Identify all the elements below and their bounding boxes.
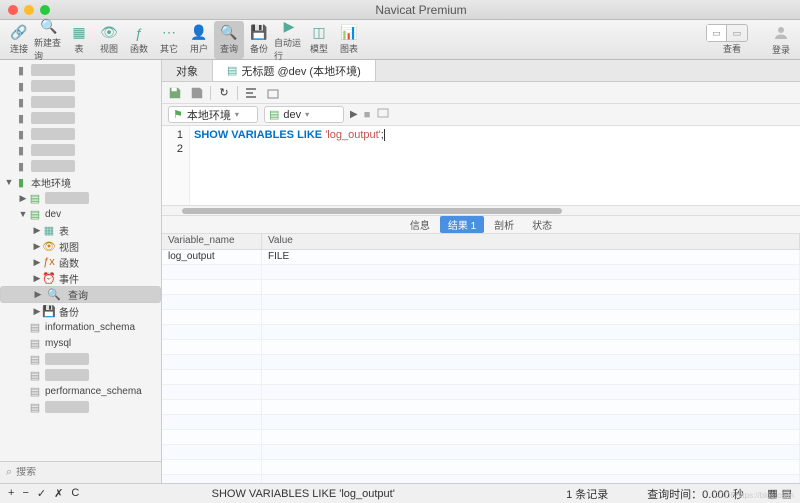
toolbar-自动运行[interactable]: ▶自动运行 [274,21,304,59]
tree-node[interactable]: ▮xxxxxxxx [0,110,161,126]
toolbar-函数[interactable]: ƒ函数 [124,21,154,59]
add-icon: + [8,487,14,500]
refresh-icon: C [71,487,79,500]
tree-node[interactable]: ▼▮本地环境 [0,174,161,190]
sql-code[interactable]: SHOW VARIABLES LIKE 'log_output'; [190,126,800,205]
status-query: SHOW VARIABLES LIKE 'log_output' [79,488,527,500]
toolbar-其它[interactable]: ⋯其它 [154,21,184,59]
run-button[interactable]: ▶ [350,109,358,120]
titlebar: Navicat Premium [0,0,800,20]
refresh-icon[interactable]: ↻ [215,84,233,102]
cancel-icon: ✗ [54,487,63,500]
tree-node[interactable]: ▶ƒx函数 [0,254,161,270]
status-buttons[interactable]: +−✓ ✗ C [8,487,79,500]
tree-node[interactable]: ▤xxxxxxxx [0,367,161,383]
result-tabs: 信息结果 1剖析状态 [162,216,800,234]
export-icon[interactable] [264,84,282,102]
search-icon: ⌕ [6,466,12,479]
content-tabs: 对象▤无标题 @dev (本地环境) [162,60,800,82]
sql-editor[interactable]: 12 SHOW VARIABLES LIKE 'log_output'; [162,126,800,206]
connection-bar: ⚑本地环境▾ ▤dev▾ ▶ ■ [162,104,800,126]
connection-select[interactable]: ⚑本地环境▾ [168,106,258,123]
tree-node[interactable]: ▶▦表 [0,222,161,238]
tree-node[interactable]: ▮xxxxxxxx [0,158,161,174]
toolbar-用户[interactable]: 👤用户 [184,21,214,59]
minimize-icon[interactable] [24,5,34,15]
tree-node[interactable]: ▶💾备份 [0,303,161,319]
toolbar-表[interactable]: ▦表 [64,21,94,59]
tree-node[interactable]: ▮xxxxxxxx [0,94,161,110]
toolbar-新建查询[interactable]: 🔍新建查询 [34,21,64,59]
database-select[interactable]: ▤dev▾ [264,106,344,123]
stop-icon[interactable]: ■ [364,109,371,121]
tree-node[interactable]: ▶🔍查询 [0,286,161,303]
tree-node[interactable]: ▤information_schema [0,319,161,335]
tree-node[interactable]: ▮xxxxxxxx [0,62,161,78]
window-title: Navicat Premium [50,3,792,17]
search-input[interactable] [16,467,155,478]
sidebar-search[interactable]: ⌕ [0,461,161,483]
results-header: Variable_name Value [162,234,800,250]
toolbar-连接[interactable]: 🔗连接 [4,21,34,59]
close-icon[interactable] [8,5,18,15]
main-toolbar: 🔗连接🔍新建查询▦表👁视图ƒ函数⋯其它👤用户🔍查询💾备份▶自动运行◫模型📊图表 … [0,20,800,60]
results-grid[interactable]: Variable_name Value log_outputFILE [162,234,800,483]
tree-node[interactable]: ▤performance_schema [0,383,161,399]
explain-icon[interactable] [376,106,390,123]
result-tab[interactable]: 状态 [524,216,560,233]
view-toggle[interactable]: ▭▭ [706,24,748,42]
save-icon[interactable] [166,84,184,102]
horizontal-scrollbar[interactable] [162,206,800,216]
status-bar: +−✓ ✗ C SHOW VARIABLES LIKE 'log_output' 1… [0,483,800,503]
tree-node[interactable]: ▮xxxxxxxx [0,78,161,94]
toolbar-图表[interactable]: 📊图表 [334,21,364,59]
maximize-icon[interactable] [40,5,50,15]
tree-node[interactable]: ▼▤dev [0,206,161,222]
sidebar: ▮xxxxxxxx▮xxxxxxxx▮xxxxxxxx▮xxxxxxxx▮xxx… [0,60,162,483]
tab[interactable]: 对象 [162,60,213,81]
tree-node[interactable]: ▮xxxxxxxx [0,142,161,158]
tab[interactable]: ▤无标题 @dev (本地环境) [213,60,376,81]
line-gutter: 12 [162,126,190,205]
status-records: 1 条记录 [527,486,647,502]
tree-node[interactable]: ▶⏰事件 [0,270,161,286]
result-row[interactable]: log_outputFILE [162,250,800,265]
format-icon[interactable] [242,84,260,102]
toolbar-备份[interactable]: 💾备份 [244,21,274,59]
tree-node[interactable]: ▶▤xxxxxxxx [0,190,161,206]
apply-icon: ✓ [37,487,46,500]
connection-tree[interactable]: ▮xxxxxxxx▮xxxxxxxx▮xxxxxxxx▮xxxxxxxx▮xxx… [0,60,161,461]
remove-icon: − [22,487,28,500]
login-button[interactable]: 登录 [766,21,796,59]
tree-node[interactable]: ▤xxxxxxxx [0,351,161,367]
query-toolbar: ↻ [162,82,800,104]
tree-node[interactable]: ▤mysql [0,335,161,351]
toolbar-模型[interactable]: ◫模型 [304,21,334,59]
tree-node[interactable]: ▮xxxxxxxx [0,126,161,142]
result-tab[interactable]: 结果 1 [440,216,484,233]
tree-node[interactable]: ▤xxxxxxxx [0,399,161,415]
tree-node[interactable]: ▶👁视图 [0,238,161,254]
result-tab[interactable]: 信息 [402,216,438,233]
result-tab[interactable]: 剖析 [486,216,522,233]
view-label: 查看 [723,42,741,55]
toolbar-查询[interactable]: 🔍查询 [214,21,244,59]
toolbar-视图[interactable]: 👁视图 [94,21,124,59]
save-as-icon[interactable] [188,84,206,102]
